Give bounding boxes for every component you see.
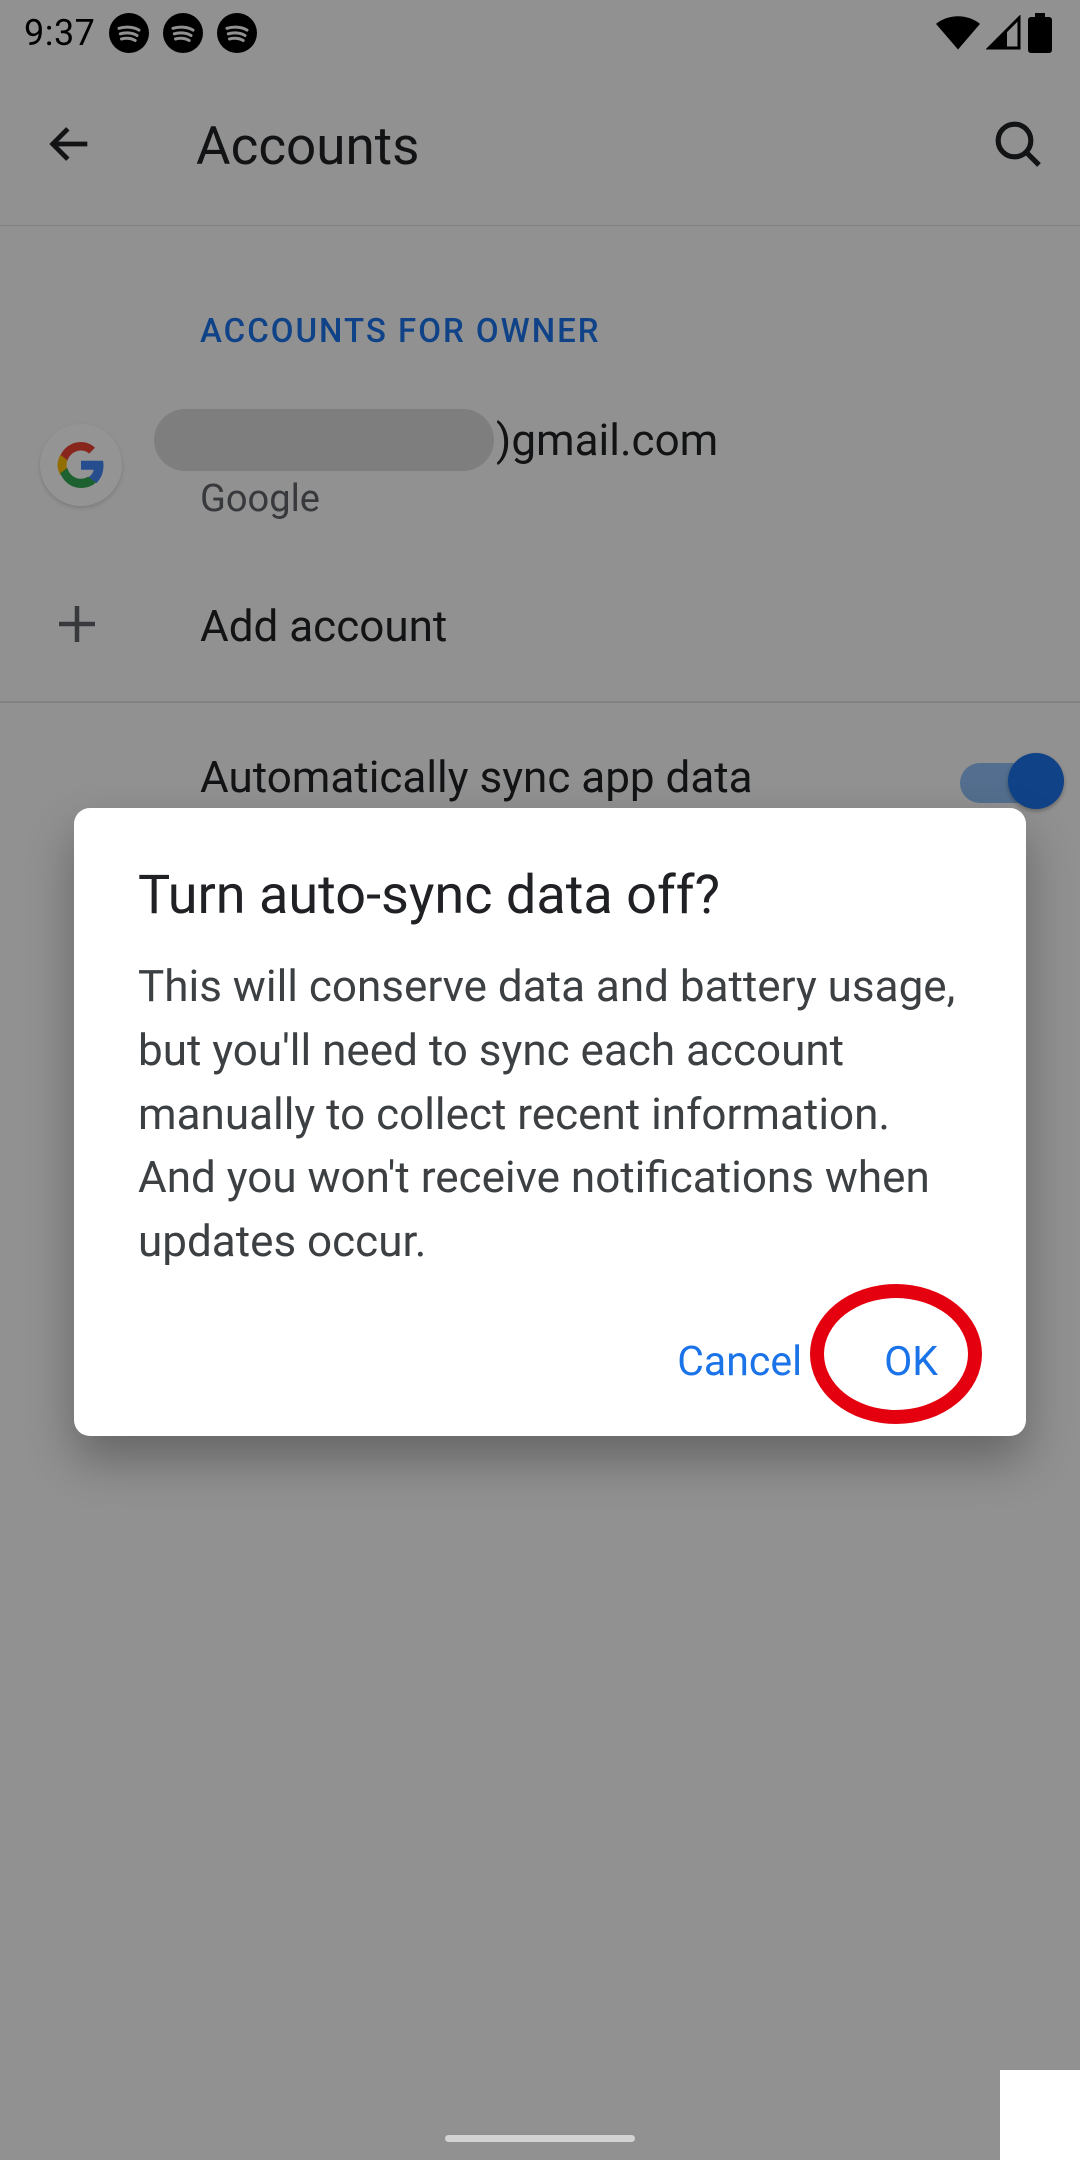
dialog-title: Turn auto-sync data off? [138, 864, 962, 927]
dialog-body: This will conserve data and battery usag… [138, 955, 962, 1274]
gesture-nav-bar[interactable] [445, 2135, 635, 2142]
screen-root: 9:37 Accounts [0, 0, 1080, 2160]
cancel-button[interactable]: Cancel [671, 1328, 808, 1396]
corner-patch [1000, 2070, 1080, 2160]
confirm-dialog: Turn auto-sync data off? This will conse… [74, 808, 1026, 1436]
ok-button[interactable]: OK [878, 1328, 944, 1396]
